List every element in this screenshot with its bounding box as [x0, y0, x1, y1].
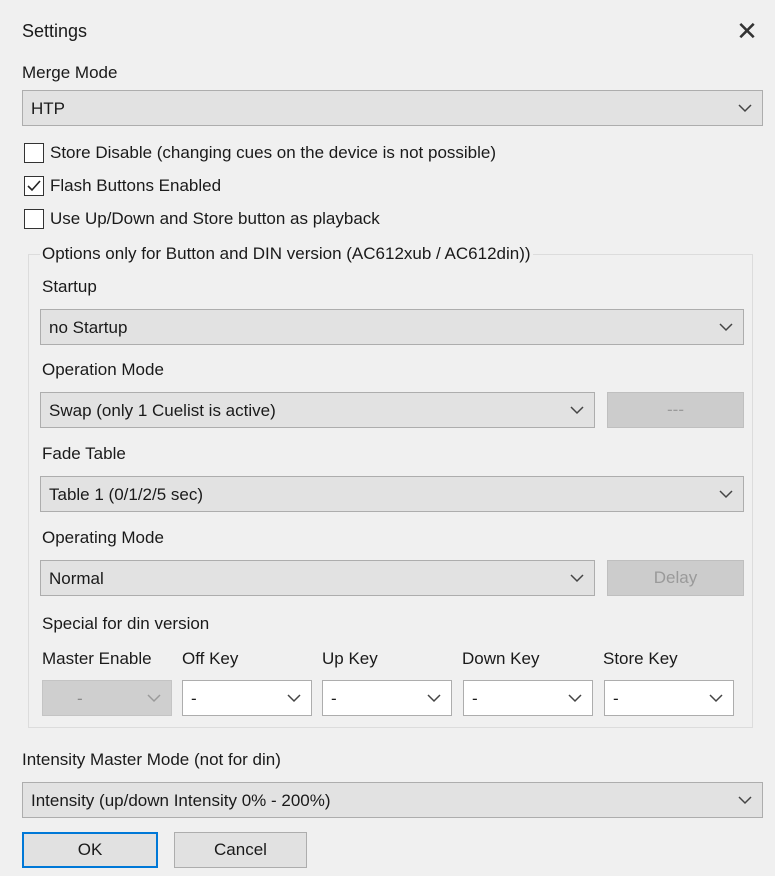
store-key-value: - [613, 689, 619, 708]
merge-mode-value: HTP [31, 99, 65, 118]
store-key-select[interactable]: - [604, 680, 734, 716]
up-key-select[interactable]: - [322, 680, 452, 716]
up-key-label: Up Key [322, 649, 378, 668]
operation-mode-value: Swap (only 1 Cuelist is active) [49, 401, 276, 420]
store-disable-checkbox[interactable] [24, 143, 44, 163]
operation-mode-select[interactable]: Swap (only 1 Cuelist is active) [40, 392, 595, 428]
fade-table-label: Fade Table [42, 444, 126, 463]
merge-mode-select[interactable]: HTP [22, 90, 763, 126]
fade-table-select[interactable]: Table 1 (0/1/2/5 sec) [40, 476, 744, 512]
operation-mode-label: Operation Mode [42, 360, 164, 379]
off-key-select[interactable]: - [182, 680, 312, 716]
cancel-button[interactable]: Cancel [174, 832, 307, 868]
down-key-value: - [472, 689, 478, 708]
chevron-down-icon [738, 796, 752, 805]
settings-dialog: Settings ✕ Merge Mode HTP Store Disable … [0, 0, 775, 876]
startup-select[interactable]: no Startup [40, 309, 744, 345]
master-enable-label: Master Enable [42, 649, 152, 668]
down-key-label: Down Key [462, 649, 540, 668]
off-key-value: - [191, 689, 197, 708]
chevron-down-icon [570, 574, 584, 583]
master-enable-value: - [77, 689, 83, 708]
fade-table-value: Table 1 (0/1/2/5 sec) [49, 485, 204, 504]
off-key-label: Off Key [182, 649, 239, 668]
delay-button[interactable]: Delay [607, 560, 744, 596]
chevron-down-icon [570, 406, 584, 415]
startup-label: Startup [42, 277, 97, 296]
use-updown-label: Use Up/Down and Store button as playback [50, 209, 380, 228]
up-key-value: - [331, 689, 337, 708]
merge-mode-label: Merge Mode [22, 63, 118, 82]
checkmark-icon [27, 180, 41, 192]
chevron-down-icon [719, 490, 733, 499]
down-key-select[interactable]: - [463, 680, 593, 716]
flash-buttons-checkbox[interactable] [24, 176, 44, 196]
operating-mode-select[interactable]: Normal [40, 560, 595, 596]
operating-mode-label: Operating Mode [42, 528, 164, 547]
store-disable-label: Store Disable (changing cues on the devi… [50, 143, 497, 162]
ok-button[interactable]: OK [22, 832, 158, 868]
store-key-label: Store Key [603, 649, 678, 668]
chevron-down-icon [709, 694, 723, 703]
chevron-down-icon [287, 694, 301, 703]
master-enable-select[interactable]: - [42, 680, 172, 716]
intensity-value: Intensity (up/down Intensity 0% - 200%) [31, 791, 331, 810]
operation-mode-button[interactable]: --- [607, 392, 744, 428]
flash-buttons-label: Flash Buttons Enabled [50, 176, 222, 195]
chevron-down-icon [568, 694, 582, 703]
intensity-label: Intensity Master Mode (not for din) [22, 750, 281, 769]
chevron-down-icon [147, 694, 161, 703]
startup-value: no Startup [49, 318, 128, 337]
use-updown-checkbox[interactable] [24, 209, 44, 229]
options-group-legend: Options only for Button and DIN version … [40, 244, 533, 264]
chevron-down-icon [738, 104, 752, 113]
dialog-title: Settings [22, 21, 88, 41]
intensity-select[interactable]: Intensity (up/down Intensity 0% - 200%) [22, 782, 763, 818]
chevron-down-icon [719, 323, 733, 332]
close-icon[interactable]: ✕ [730, 14, 764, 48]
operating-mode-value: Normal [49, 569, 104, 588]
chevron-down-icon [427, 694, 441, 703]
din-section-label: Special for din version [42, 614, 210, 633]
